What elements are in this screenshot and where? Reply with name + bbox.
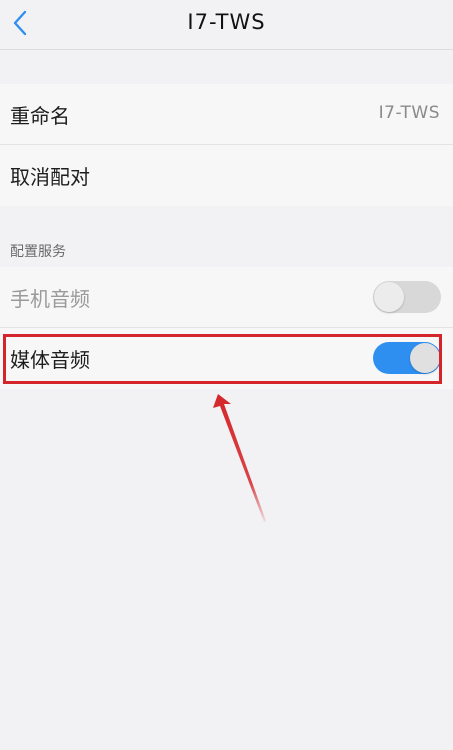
media-audio-toggle[interactable] xyxy=(373,342,441,374)
section-header-services: 配置服务 xyxy=(10,244,66,260)
phone-audio-row: 手机音频 xyxy=(0,267,453,328)
toggle-knob xyxy=(374,282,404,312)
rename-value: I7-TWS xyxy=(378,103,440,123)
unpair-row[interactable]: 取消配对 xyxy=(0,145,453,206)
device-settings-group: 重命名 I7-TWS 取消配对 xyxy=(0,84,453,206)
phone-audio-label: 手机音频 xyxy=(10,287,90,311)
rename-label: 重命名 xyxy=(10,104,70,128)
unpair-label: 取消配对 xyxy=(10,165,90,189)
rename-row[interactable]: 重命名 I7-TWS xyxy=(0,84,453,145)
services-group: 手机音频 媒体音频 xyxy=(0,267,453,389)
toggle-knob xyxy=(410,343,440,373)
phone-audio-toggle[interactable] xyxy=(373,281,441,313)
navigation-bar: I7-TWS xyxy=(0,0,453,50)
media-audio-label: 媒体音频 xyxy=(10,348,90,372)
page-title: I7-TWS xyxy=(187,10,266,34)
media-audio-row: 媒体音频 xyxy=(0,328,453,389)
